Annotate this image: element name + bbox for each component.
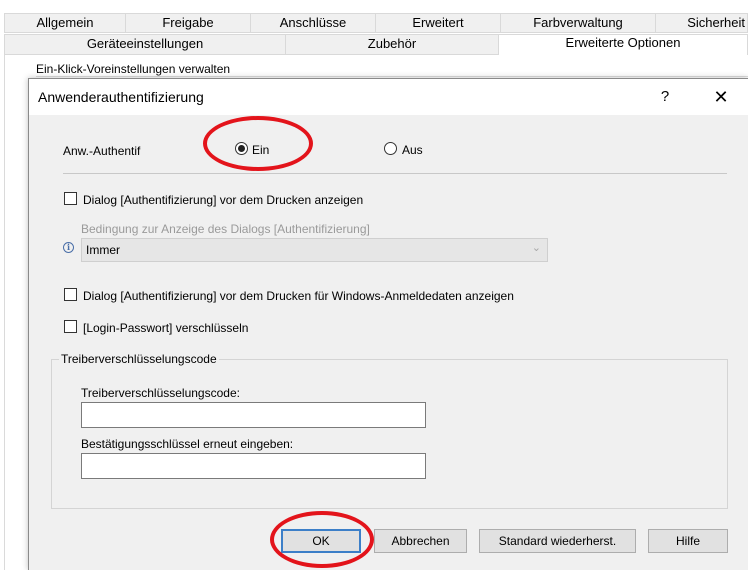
- user-authentication-dialog: Anwenderauthentifizierung ? ✕ Anw.-Authe…: [28, 78, 748, 570]
- condition-select[interactable]: Immer ⌄: [81, 238, 548, 262]
- tab-anschluesse[interactable]: Anschlüsse: [250, 13, 375, 33]
- tab-sicherheit[interactable]: Sicherheit: [655, 13, 748, 33]
- chevron-down-icon: ⌄: [531, 242, 541, 254]
- encryption-key-label: Treiberverschlüsselungscode:: [81, 386, 240, 400]
- checkbox-windows-login-label[interactable]: Dialog [Authentifizierung] vor dem Druck…: [83, 289, 514, 303]
- restore-defaults-button[interactable]: Standard wiederherst.: [479, 529, 636, 553]
- auth-label: Anw.-Authentif: [63, 144, 141, 158]
- encryption-key-group: [51, 359, 728, 509]
- encryption-key-input[interactable]: [81, 402, 426, 428]
- radio-off-label[interactable]: Aus: [402, 143, 423, 157]
- separator: [63, 173, 727, 174]
- highlight-ellipse-on: [203, 116, 313, 171]
- checkbox-encrypt-password-label[interactable]: [Login-Passwort] verschlüsseln: [83, 321, 248, 335]
- highlight-ellipse-ok: [270, 511, 374, 568]
- dialog-titlebar: Anwenderauthentifizierung ? ✕: [29, 79, 748, 115]
- checkbox-encrypt-password[interactable]: [64, 320, 77, 333]
- help-icon[interactable]: ?: [653, 85, 677, 109]
- tab-freigabe[interactable]: Freigabe: [125, 13, 250, 33]
- tab-farbverwaltung[interactable]: Farbverwaltung: [500, 13, 655, 33]
- encryption-key-group-title: Treiberverschlüsselungscode: [59, 352, 219, 366]
- tab-erweitert[interactable]: Erweitert: [375, 13, 500, 33]
- section-divider: [36, 76, 748, 77]
- tab-erweiterte-optionen[interactable]: Erweiterte Optionen: [498, 34, 748, 55]
- tab-row-2: Geräteeinstellungen Zubehör Erweiterte O…: [4, 34, 748, 55]
- tab-zubehoer[interactable]: Zubehör: [285, 34, 498, 55]
- tab-geraeteeinstellungen[interactable]: Geräteeinstellungen: [4, 34, 285, 55]
- confirm-key-label: Bestätigungsschlüssel erneut eingeben:: [81, 437, 294, 451]
- section-label-one-click-presets: Ein-Klick-Voreinstellungen verwalten: [36, 62, 231, 76]
- checkbox-show-auth-dialog[interactable]: [64, 192, 77, 205]
- checkbox-windows-login[interactable]: [64, 288, 77, 301]
- tab-row-1: Allgemein Freigabe Anschlüsse Erweitert …: [4, 13, 748, 33]
- close-icon[interactable]: ✕: [709, 85, 733, 109]
- cancel-button[interactable]: Abbrechen: [374, 529, 467, 553]
- tab-allgemein[interactable]: Allgemein: [4, 13, 125, 33]
- help-button[interactable]: Hilfe: [648, 529, 728, 553]
- radio-off[interactable]: [384, 142, 397, 155]
- dialog-title: Anwenderauthentifizierung: [38, 89, 204, 105]
- condition-value: Immer: [86, 243, 120, 257]
- confirm-key-input[interactable]: [81, 453, 426, 479]
- info-icon: i: [63, 242, 74, 253]
- checkbox-show-auth-dialog-label[interactable]: Dialog [Authentifizierung] vor dem Druck…: [83, 193, 363, 207]
- condition-label: Bedingung zur Anzeige des Dialogs [Authe…: [81, 222, 370, 236]
